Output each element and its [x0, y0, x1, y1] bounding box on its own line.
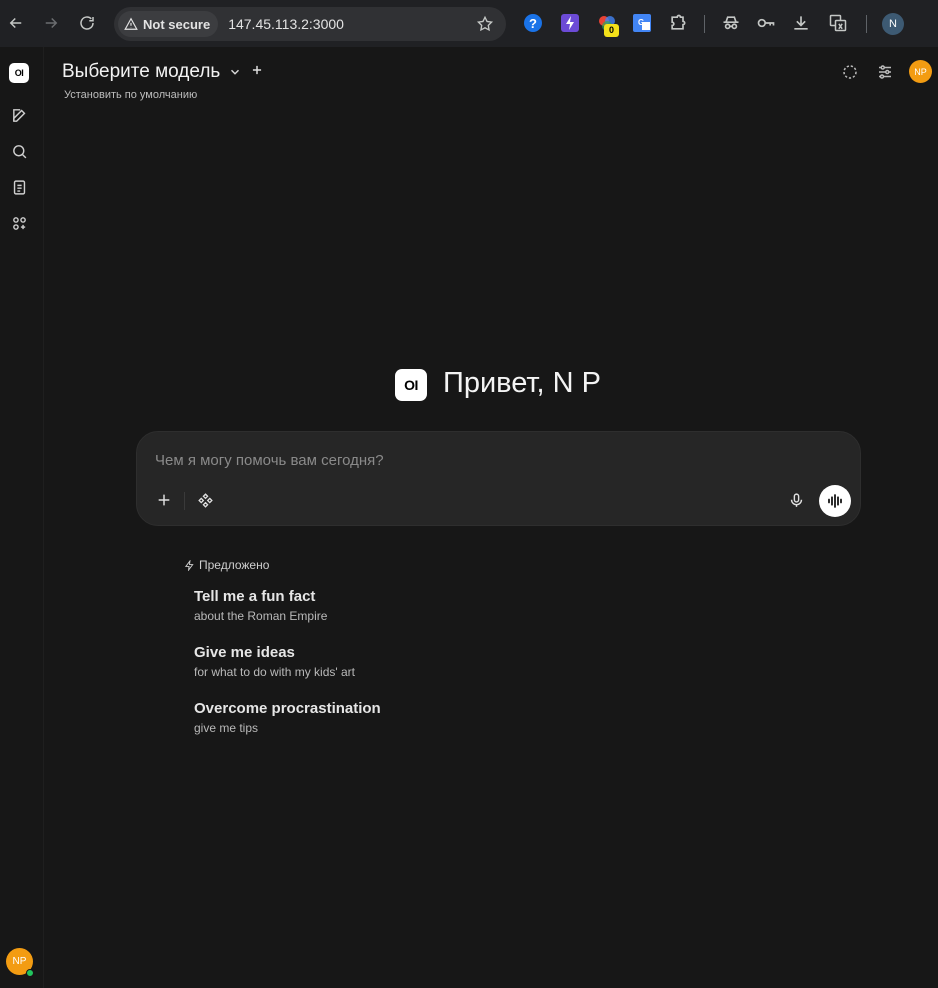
suggestion-title: Give me ideas: [194, 644, 295, 661]
incognito-icon[interactable]: [720, 12, 742, 34]
controls-sliders-icon[interactable]: [875, 62, 895, 82]
svg-text:?: ?: [529, 16, 537, 31]
greeting-heading: Привет, N P: [443, 367, 601, 399]
back-icon[interactable]: [2, 9, 30, 37]
suggestion-item[interactable]: Give me ideas for what to do with my kid…: [194, 644, 355, 679]
bolt-icon: [184, 559, 194, 571]
browser-profile-avatar[interactable]: N: [882, 13, 904, 35]
online-status-dot: [26, 969, 34, 977]
suggestion-title: Overcome procrastination: [194, 700, 381, 717]
chevron-down-icon[interactable]: [228, 65, 242, 84]
suggestion-item[interactable]: Tell me a fun fact about the Roman Empir…: [194, 588, 327, 623]
set-default-link[interactable]: Установить по умолчанию: [64, 89, 197, 101]
suggested-header: Предложено: [184, 558, 269, 572]
translate-page-icon[interactable]: [827, 12, 849, 34]
notes-icon[interactable]: [8, 176, 30, 198]
forward-icon[interactable]: [37, 9, 65, 37]
suggestion-subtitle: about the Roman Empire: [194, 609, 328, 623]
suggested-label: Предложено: [199, 558, 270, 572]
translate-extension-icon[interactable]: G: [631, 12, 653, 34]
suggestion-item[interactable]: Overcome procrastination give me tips: [194, 700, 381, 735]
extension-badge: 0: [604, 24, 619, 37]
toolbar-divider-2: [866, 15, 867, 33]
waveform-icon: [828, 494, 842, 508]
password-key-icon[interactable]: [755, 12, 777, 34]
app-logo[interactable]: OI: [9, 63, 29, 83]
security-label: Not secure: [143, 16, 211, 32]
greeting-logo: OI: [395, 369, 427, 401]
voice-mode-button[interactable]: [819, 485, 851, 517]
search-icon[interactable]: [8, 140, 30, 162]
microphone-icon[interactable]: [783, 487, 809, 513]
temporary-chat-icon[interactable]: [840, 62, 860, 82]
url-text[interactable]: 147.45.113.2:3000: [228, 16, 344, 32]
app-sidebar: OI NP: [0, 47, 44, 988]
puzzle-extensions-icon[interactable]: [667, 12, 689, 34]
message-input[interactable]: Чем я могу помочь вам сегодня?: [155, 452, 384, 469]
help-extension-icon[interactable]: ?: [522, 12, 544, 34]
integrations-icon[interactable]: [192, 487, 218, 513]
download-icon[interactable]: [790, 12, 812, 34]
suggestion-subtitle: for what to do with my kids' art: [194, 665, 356, 679]
composer-divider: [184, 492, 185, 510]
attach-plus-icon[interactable]: [151, 487, 177, 513]
bolt-extension-icon[interactable]: [559, 12, 581, 34]
message-composer[interactable]: Чем я могу помочь вам сегодня?: [136, 431, 861, 526]
new-chat-icon[interactable]: [8, 104, 30, 126]
suggestion-subtitle: give me tips: [194, 721, 259, 735]
reload-icon[interactable]: [73, 9, 101, 37]
bookmark-star-icon[interactable]: [476, 15, 494, 38]
browser-toolbar: Not secure 147.45.113.2:3000 ? 0 G N: [0, 0, 938, 47]
workspace-apps-icon[interactable]: [8, 212, 30, 234]
header-user-avatar[interactable]: NP: [909, 60, 932, 83]
add-model-icon[interactable]: [250, 62, 264, 82]
toolbar-divider: [704, 15, 705, 33]
address-bar[interactable]: Not secure 147.45.113.2:3000: [114, 7, 506, 41]
model-selector[interactable]: Выберите модель: [62, 61, 220, 83]
suggestion-title: Tell me a fun fact: [194, 588, 316, 605]
security-chip[interactable]: Not secure: [118, 11, 219, 37]
warning-icon: [124, 17, 138, 30]
